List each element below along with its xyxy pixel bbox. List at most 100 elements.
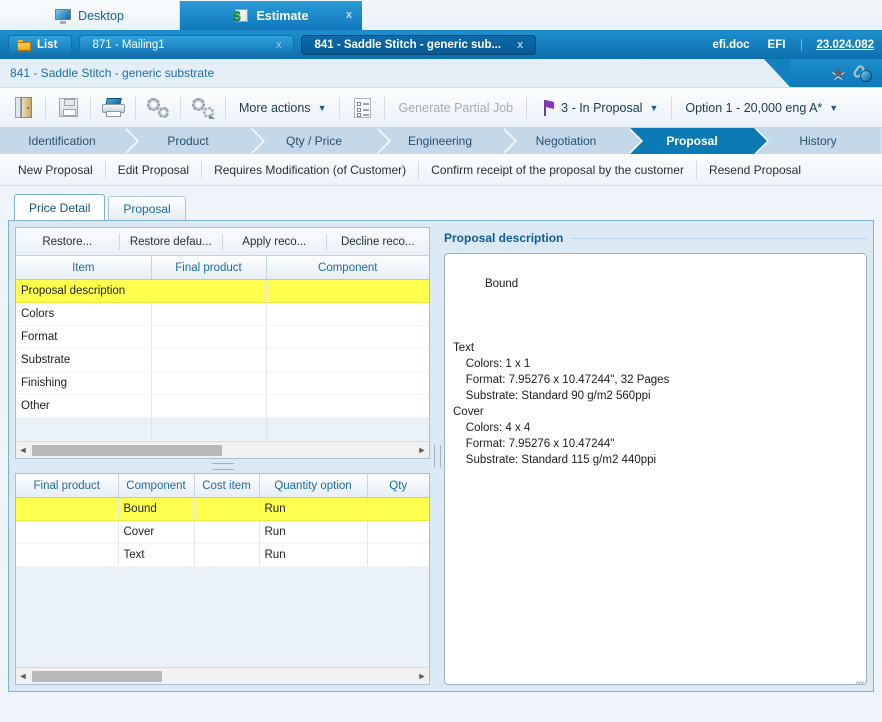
- cell-cost-item[interactable]: [194, 497, 260, 521]
- attachment-globe-icon[interactable]: [851, 63, 872, 82]
- cell-component[interactable]: [266, 302, 429, 326]
- cell-component[interactable]: Text: [118, 543, 195, 567]
- document-tab-saddle-stitch[interactable]: 841 - Saddle Stitch - generic sub... x: [301, 35, 537, 55]
- step-negotiation[interactable]: Negotiation: [504, 128, 643, 154]
- table-row[interactable]: Substrate: [16, 348, 429, 372]
- cell-item[interactable]: Proposal description: [16, 279, 152, 303]
- column-header-component[interactable]: Component: [118, 474, 195, 498]
- document-tab-mailing1[interactable]: 871 - Mailing1 x: [79, 35, 295, 55]
- save-button[interactable]: [51, 92, 85, 124]
- table-row[interactable]: Format: [16, 325, 429, 349]
- tab-price-detail[interactable]: Price Detail: [14, 194, 106, 220]
- list-button[interactable]: List: [8, 35, 73, 55]
- cell-item[interactable]: Other: [16, 394, 152, 418]
- cell-final-product[interactable]: [16, 497, 119, 521]
- cell-final-product[interactable]: [151, 348, 267, 372]
- cell-component[interactable]: [266, 325, 429, 349]
- cell-final-product[interactable]: [16, 543, 119, 567]
- scroll-left-arrow-icon[interactable]: ◄: [16, 671, 30, 681]
- generate-partial-job-button[interactable]: Generate Partial Job: [390, 101, 521, 115]
- column-header-item[interactable]: Item: [16, 256, 152, 280]
- cell-qty[interactable]: [367, 520, 429, 544]
- exit-button[interactable]: [6, 92, 40, 124]
- table-row[interactable]: Cover Run: [16, 520, 429, 544]
- app-tab-estimate[interactable]: $ Estimate x: [180, 1, 362, 30]
- more-actions-menu[interactable]: More actions ▼: [231, 101, 334, 115]
- price-grid-horizontal-scrollbar[interactable]: ◄ ►: [16, 441, 429, 458]
- column-header-final-product[interactable]: Final product: [151, 256, 267, 280]
- table-row[interactable]: Colors: [16, 302, 429, 326]
- cell-component[interactable]: Cover: [118, 520, 195, 544]
- cell-cost-item[interactable]: [194, 543, 260, 567]
- cell-component[interactable]: [266, 279, 429, 303]
- cell-item[interactable]: Substrate: [16, 348, 152, 372]
- scrollbar-thumb[interactable]: [32, 670, 162, 682]
- restore-defaults-button[interactable]: Restore defau...: [120, 236, 223, 248]
- app-tab-desktop[interactable]: Desktop: [0, 1, 180, 30]
- table-row[interactable]: Proposal description: [16, 279, 429, 303]
- step-proposal[interactable]: Proposal: [630, 128, 769, 154]
- step-history[interactable]: History: [756, 128, 880, 154]
- version-link[interactable]: 23.024.082: [801, 39, 874, 51]
- scroll-left-arrow-icon[interactable]: ◄: [16, 445, 30, 455]
- cell-final-product[interactable]: [151, 302, 267, 326]
- scrollbar-track[interactable]: [30, 668, 415, 685]
- cell-item[interactable]: Colors: [16, 302, 152, 326]
- new-proposal-button[interactable]: New Proposal: [6, 163, 105, 177]
- cell-quantity-option[interactable]: Run: [259, 520, 368, 544]
- favorite-star-icon[interactable]: ★: [831, 65, 846, 82]
- edit-proposal-button[interactable]: Edit Proposal: [106, 163, 201, 177]
- resize-handle-icon[interactable]: [854, 673, 865, 684]
- restore-button[interactable]: Restore...: [16, 236, 119, 248]
- table-row[interactable]: Bound Run: [16, 497, 429, 521]
- component-grid-horizontal-scrollbar[interactable]: ◄ ►: [16, 667, 429, 684]
- column-header-component[interactable]: Component: [266, 256, 429, 280]
- apply-recommendation-button[interactable]: Apply reco...: [223, 236, 326, 248]
- column-header-quantity-option[interactable]: Quantity option: [259, 474, 368, 498]
- tab-proposal[interactable]: Proposal: [108, 196, 186, 220]
- column-header-final-product[interactable]: Final product: [16, 474, 119, 498]
- cell-final-product[interactable]: [16, 520, 119, 544]
- cell-item[interactable]: Format: [16, 325, 152, 349]
- cell-component[interactable]: [266, 348, 429, 372]
- scrollbar-track[interactable]: [30, 442, 415, 459]
- scrollbar-thumb[interactable]: [32, 444, 222, 456]
- column-header-qty[interactable]: Qty: [367, 474, 429, 498]
- column-header-cost-item[interactable]: Cost item: [194, 474, 260, 498]
- option-dropdown[interactable]: Option 1 - 20,000 eng A* ▼: [677, 101, 846, 115]
- decline-recommendation-button[interactable]: Decline reco...: [327, 236, 430, 248]
- step-qty-price[interactable]: Qty / Price: [252, 128, 391, 154]
- app-tab-estimate-close-icon[interactable]: x: [346, 9, 352, 21]
- cell-final-product[interactable]: [151, 371, 267, 395]
- proposal-description-textarea[interactable]: Bound Text Colors: 1 x 1 Format: 7.95276…: [444, 253, 867, 685]
- scroll-right-arrow-icon[interactable]: ►: [415, 445, 429, 455]
- resend-proposal-button[interactable]: Resend Proposal: [697, 163, 813, 177]
- cell-item[interactable]: Finishing: [16, 371, 152, 395]
- step-engineering[interactable]: Engineering: [378, 128, 517, 154]
- requires-modification-button[interactable]: Requires Modification (of Customer): [202, 163, 418, 177]
- cell-component[interactable]: [266, 371, 429, 395]
- table-row[interactable]: Text Run: [16, 543, 429, 567]
- cell-final-product[interactable]: [151, 279, 267, 303]
- settings-button[interactable]: [141, 92, 175, 124]
- cell-quantity-option[interactable]: Run: [259, 497, 368, 521]
- step-identification[interactable]: Identification: [0, 128, 139, 154]
- cell-quantity-option[interactable]: Run: [259, 543, 368, 567]
- confirm-receipt-button[interactable]: Confirm receipt of the proposal by the c…: [419, 163, 696, 177]
- recalculate-button[interactable]: [186, 92, 220, 124]
- cell-final-product[interactable]: [151, 394, 267, 418]
- cell-qty[interactable]: [367, 497, 429, 521]
- horizontal-splitter[interactable]: [15, 459, 430, 473]
- cell-final-product[interactable]: [151, 325, 267, 349]
- document-tab-mailing1-close-icon[interactable]: x: [266, 35, 282, 55]
- cell-component[interactable]: [266, 394, 429, 418]
- table-row[interactable]: Finishing: [16, 371, 429, 395]
- cell-qty[interactable]: [367, 543, 429, 567]
- status-dropdown[interactable]: 3 - In Proposal ▼: [532, 99, 666, 116]
- table-row[interactable]: Other: [16, 394, 429, 418]
- cell-cost-item[interactable]: [194, 520, 260, 544]
- cell-component[interactable]: Bound: [118, 497, 195, 521]
- vertical-splitter[interactable]: [430, 227, 444, 685]
- scroll-right-arrow-icon[interactable]: ►: [415, 671, 429, 681]
- step-product[interactable]: Product: [126, 128, 265, 154]
